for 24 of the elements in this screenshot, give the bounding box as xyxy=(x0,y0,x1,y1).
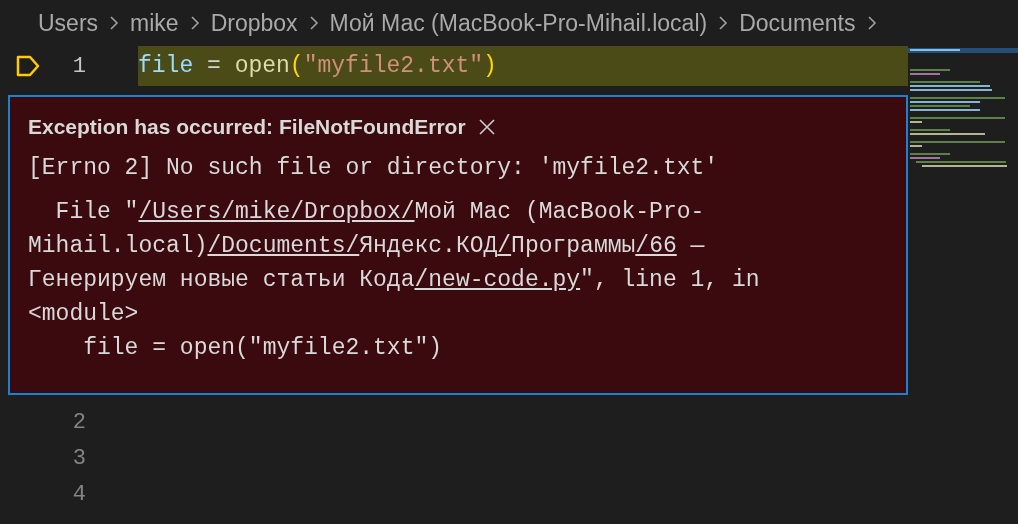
breadcrumb-item[interactable]: Мой Мас (MacBook-Pro-Mihail.local) xyxy=(329,5,708,41)
exception-message: [Errno 2] No such file or directory: 'myfile2.txt' xyxy=(28,153,720,183)
file-path-link[interactable]: /new-code.py xyxy=(414,267,581,293)
line-number: 1 xyxy=(71,52,86,81)
file-path-link[interactable]: /Documents/ xyxy=(207,233,360,259)
breadcrumb-item[interactable]: mike xyxy=(130,5,179,41)
line-number: 2 xyxy=(71,409,86,437)
line-number: 3 xyxy=(71,445,86,473)
chevron-right-icon xyxy=(188,14,201,32)
file-path-link[interactable]: /Users/mike/Dropbox/ xyxy=(138,199,415,225)
file-path-link[interactable]: /66 xyxy=(635,233,677,259)
chevron-right-icon xyxy=(717,14,730,32)
breadcrumb-item[interactable]: Users xyxy=(38,5,99,41)
chevron-right-icon xyxy=(865,14,878,32)
breadcrumb-item[interactable]: Dropbox xyxy=(210,5,298,41)
close-icon[interactable] xyxy=(477,117,496,136)
line-number: 4 xyxy=(71,481,86,509)
breadcrumb-item[interactable]: Documents xyxy=(739,5,856,41)
chevron-right-icon xyxy=(307,14,320,32)
file-path-link[interactable]: / xyxy=(497,233,512,259)
breakpoint-arrow-icon[interactable] xyxy=(16,55,40,77)
chevron-right-icon xyxy=(108,14,121,32)
source-line: file = open("myfile2.txt") xyxy=(82,334,444,363)
exception-title: Exception has occurred: FileNotFoundError xyxy=(28,114,466,140)
